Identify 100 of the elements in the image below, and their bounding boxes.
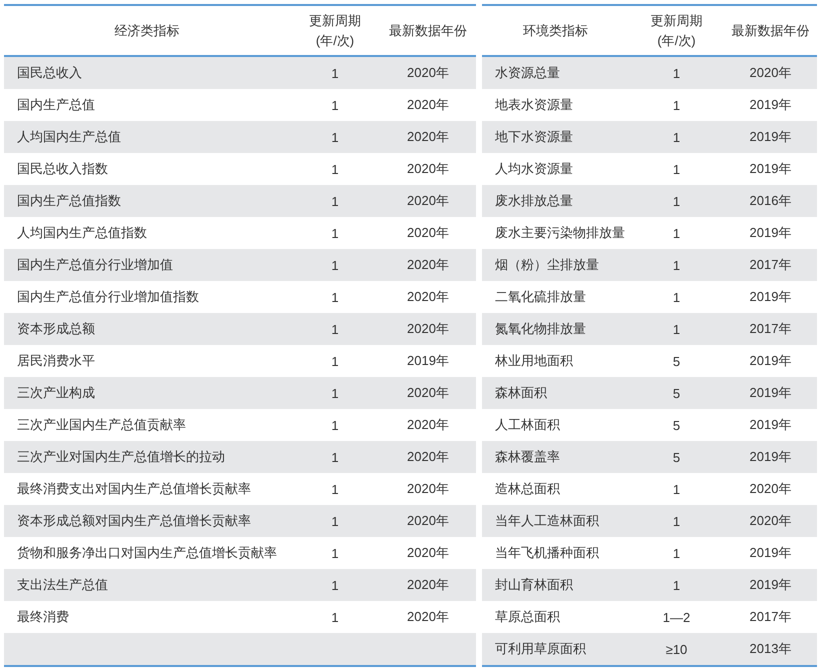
column-header: 更新周期 (年/次)	[308, 12, 362, 50]
table-cell-text: 1	[672, 226, 682, 240]
table-cell-text: 人工林面积	[494, 416, 561, 434]
table-cell-text: 1	[672, 66, 682, 80]
table-cell-text: 2020年	[406, 128, 450, 146]
table-cell-text: 2019年	[748, 384, 792, 402]
table-cell-text: 2019年	[748, 352, 792, 370]
table-cell-text: 2020年	[748, 480, 792, 498]
table-cell-text: 三次产业国内生产总值贡献率	[16, 416, 187, 434]
table-cell-text: 2020年	[406, 96, 450, 114]
table-cell-text: 货物和服务净出口对国内生产总值增长贡献率	[16, 544, 278, 562]
table-cell-text: 2019年	[748, 224, 792, 242]
table-cell-text: 1	[330, 162, 340, 176]
table-cell-text: 国内生产总值分行业增加值	[16, 256, 174, 274]
table-cell-text: 1	[330, 98, 340, 112]
table-cell-text: 废水排放总量	[494, 192, 574, 210]
table-cell-text: 1	[672, 546, 682, 560]
table-cell-text: 资本形成总额	[16, 320, 96, 338]
table-cell-text: 2020年	[406, 480, 450, 498]
table-cell-text: 1	[330, 418, 340, 432]
table-cell-text: 1	[330, 450, 340, 464]
table-cell-text: 5	[672, 386, 682, 400]
table-cell-text: 2020年	[406, 384, 450, 402]
column-header: 最新数据年份	[388, 22, 468, 40]
table-cell-text: 2013年	[748, 640, 792, 658]
table-cell-text: 1	[672, 194, 682, 208]
table-cell-text: 森林覆盖率	[494, 448, 561, 466]
table-cell-text: 森林面积	[494, 384, 548, 402]
table-cell-text: 2020年	[406, 288, 450, 306]
table-cell-text: 国内生产总值分行业增加值指数	[16, 288, 200, 306]
table-cell-text: 2019年	[748, 544, 792, 562]
table-cell-text: 烟（粉）尘排放量	[494, 256, 600, 274]
table-cell-text: 2020年	[406, 64, 450, 82]
table-cell-text: 1	[330, 130, 340, 144]
table-cell-text: 1	[330, 258, 340, 272]
table-cell-text: 造林总面积	[494, 480, 561, 498]
table-cell-text: 2019年	[748, 416, 792, 434]
table-cell-text: 1	[330, 386, 340, 400]
table-cell-text: 2020年	[406, 160, 450, 178]
table-cell-text: 2017年	[748, 320, 792, 338]
table-cell-text: 三次产业对国内生产总值增长的拉动	[16, 448, 226, 466]
table-cell-text: 1	[330, 194, 340, 208]
table-cell-text: 2020年	[406, 544, 450, 562]
table-cell-text: 1	[330, 290, 340, 304]
table-cell-text: 1	[330, 578, 340, 592]
table-cell-text: 1	[672, 482, 682, 496]
table-cell-text: 2020年	[406, 448, 450, 466]
table-cell-text: 1	[672, 130, 682, 144]
table-cell-text: 人均国内生产总值	[16, 128, 122, 146]
table-cell-text: 1	[672, 514, 682, 528]
table-cell-text: 1—2	[662, 610, 692, 624]
table-cell-text: 2017年	[748, 608, 792, 626]
table-cell-text: 2020年	[406, 224, 450, 242]
table-cell-text: 国民总收入指数	[16, 160, 109, 178]
column-header: 经济类指标	[114, 22, 180, 40]
table-cell-text: 2020年	[406, 416, 450, 434]
table-cell-text: 草原总面积	[494, 608, 561, 626]
table-cell-text: 氮氧化物排放量	[494, 320, 587, 338]
table-cell-text: 2020年	[406, 256, 450, 274]
column-header: 更新周期 (年/次)	[650, 12, 704, 50]
table-cell-text: 1	[672, 290, 682, 304]
table-cell-text: 最终消费	[16, 608, 70, 626]
table-cell-text: 1	[672, 258, 682, 272]
table-cell-text: 2020年	[406, 192, 450, 210]
table-cell-text: 2020年	[406, 608, 450, 626]
table-cell-text: 1	[672, 162, 682, 176]
table-cell-text: 2020年	[406, 576, 450, 594]
table-cell-text: 1	[330, 66, 340, 80]
table-cell-text: 2019年	[748, 576, 792, 594]
table-cell-text: 水资源总量	[494, 64, 561, 82]
table-cell-text: 国民总收入	[16, 64, 83, 82]
table-cell-text: 封山育林面积	[494, 576, 574, 594]
table-cell-text: 人均国内生产总值指数	[16, 224, 148, 242]
table-cell-text: 1	[672, 322, 682, 336]
table-cell-text: 2019年	[748, 96, 792, 114]
table-cell-text: 二氧化硫排放量	[494, 288, 587, 306]
table-cell-text: 人均水资源量	[494, 160, 574, 178]
table-cell-text: 2017年	[748, 256, 792, 274]
table-cell-text: 地表水资源量	[494, 96, 574, 114]
table-cell-text: 当年飞机播种面积	[494, 544, 600, 562]
column-header: 最新数据年份	[730, 22, 810, 40]
table-cell-text: ≥10	[664, 642, 688, 656]
table-cell-text: 2019年	[748, 448, 792, 466]
table-cell-text: 国内生产总值指数	[16, 192, 122, 210]
table-cell-text: 资本形成总额对国内生产总值增长贡献率	[16, 512, 252, 530]
table-cell-text: 1	[330, 354, 340, 368]
table-cell-text: 5	[672, 450, 682, 464]
table-cell-text: 1	[330, 546, 340, 560]
table-cell-text: 支出法生产总值	[16, 576, 109, 594]
table-cell-text: 1	[330, 610, 340, 624]
table-cell-text: 1	[330, 226, 340, 240]
table-cell-text: 2019年	[748, 128, 792, 146]
table-cell-text: 最终消费支出对国内生产总值增长贡献率	[16, 480, 252, 498]
table-cell-text: 2019年	[748, 288, 792, 306]
table-cell-text: 国内生产总值	[16, 96, 96, 114]
table-cell-text: 可利用草原面积	[494, 640, 587, 658]
table-cell-text: 2020年	[748, 64, 792, 82]
table-cell-text: 2019年	[406, 352, 450, 370]
table-cell-text: 2016年	[748, 192, 792, 210]
table-cell-text: 居民消费水平	[16, 352, 96, 370]
